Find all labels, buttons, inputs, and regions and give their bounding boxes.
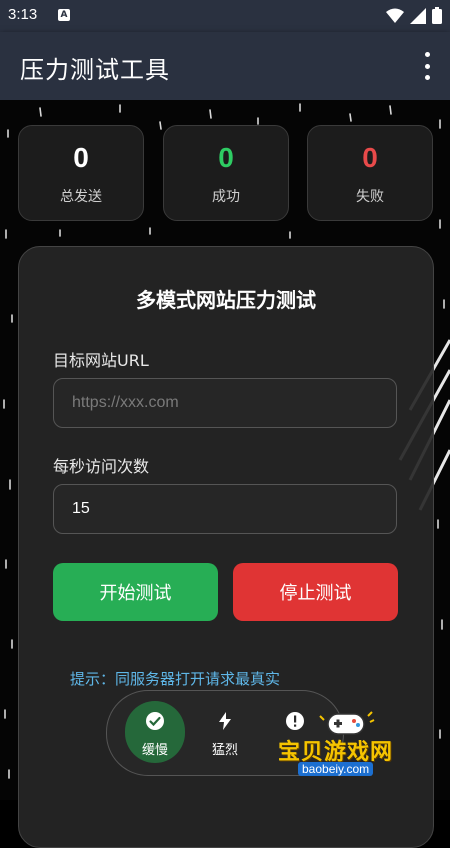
mode-label: 缓慢 (141, 743, 168, 758)
status-bar: 3:13 A (0, 0, 450, 32)
stop-test-button[interactable]: 停止测试 (233, 563, 398, 621)
stat-label: 总发送 (60, 189, 102, 205)
mode-slow-button[interactable]: 缓慢 (125, 701, 185, 763)
bolt-icon (219, 712, 231, 730)
stat-label: 失败 (356, 189, 384, 205)
rate-input[interactable] (53, 484, 397, 534)
clock: 3:13 (8, 6, 38, 23)
stat-failed: 0 失败 (307, 125, 433, 221)
watermark-url: baobeiy.com (298, 762, 374, 776)
status-icons (386, 7, 442, 24)
app-bar: 压力测试工具 (0, 32, 450, 100)
mode-intense-button[interactable]: 猛烈 (195, 701, 255, 763)
check-circle-icon (146, 712, 164, 730)
start-test-button[interactable]: 开始测试 (53, 563, 218, 621)
url-label: 目标网站URL (53, 351, 149, 370)
more-vert-icon[interactable] (420, 52, 434, 80)
signal-icon (410, 7, 426, 24)
rate-label: 每秒访问次数 (53, 457, 150, 476)
stat-label: 成功 (212, 189, 240, 205)
watermark: 宝贝游戏网 baobeiy.com (276, 708, 426, 788)
wifi-icon (386, 8, 404, 23)
url-input[interactable] (53, 378, 397, 428)
stat-total-sent: 0 总发送 (18, 125, 144, 221)
mode-label: 猛烈 (211, 743, 238, 758)
tip-text: 提示：同服务器打开请求最真实 (70, 670, 281, 688)
stat-value: 0 (218, 142, 234, 173)
stat-value: 0 (73, 142, 89, 173)
app-title: 压力测试工具 (20, 56, 170, 84)
stat-value: 0 (362, 142, 378, 173)
battery-icon (432, 7, 442, 24)
form-heading: 多模式网站压力测试 (136, 288, 316, 312)
a-icon: A (58, 9, 70, 21)
stat-success: 0 成功 (163, 125, 289, 221)
